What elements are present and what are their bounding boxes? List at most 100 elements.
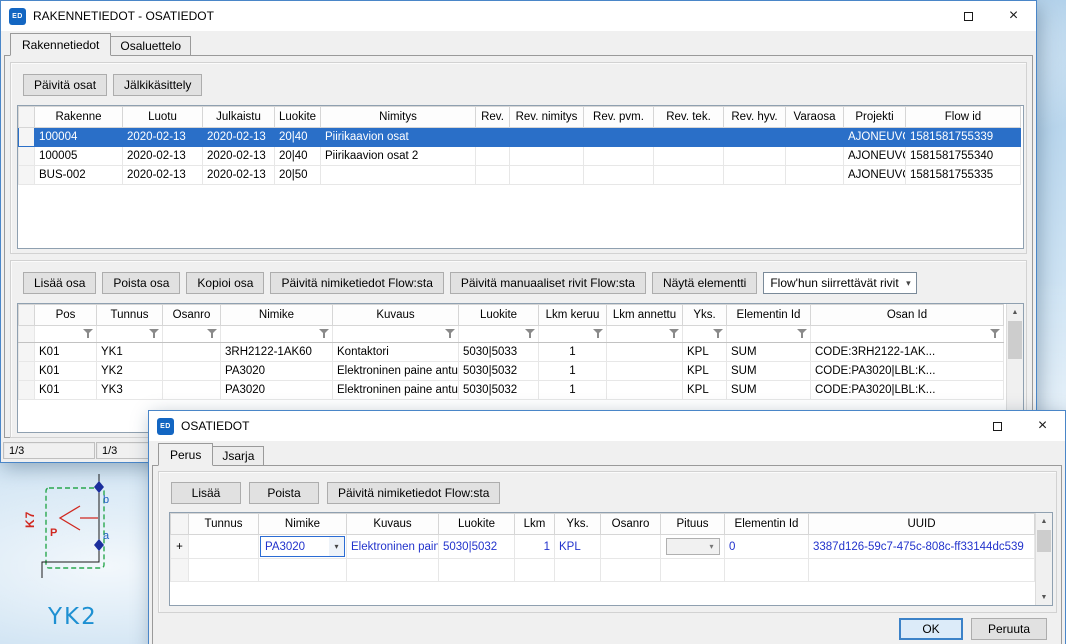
filter-cell[interactable] bbox=[163, 326, 221, 343]
tab-osaluettelo[interactable]: Osaluettelo bbox=[110, 36, 191, 56]
peruuta-button[interactable]: Peruuta bbox=[971, 618, 1047, 640]
col-osan-id[interactable]: Osan Id bbox=[811, 305, 1004, 326]
cell bbox=[725, 559, 809, 582]
filter-cell[interactable] bbox=[333, 326, 459, 343]
col-osanro[interactable]: Osanro bbox=[601, 514, 661, 535]
filter-cell[interactable] bbox=[459, 326, 539, 343]
maximize-button[interactable] bbox=[975, 411, 1020, 441]
filter-cell[interactable] bbox=[97, 326, 163, 343]
flow-rows-dropdown[interactable]: Flow'hun siirrettävät rivit ▾ bbox=[763, 272, 917, 294]
scroll-track[interactable] bbox=[1036, 529, 1052, 589]
col-nimitys[interactable]: Nimitys bbox=[321, 107, 476, 128]
parts-row[interactable]: K01YK3PA3020Elektroninen paine anturi503… bbox=[19, 381, 1004, 400]
col-rev-tek[interactable]: Rev. tek. bbox=[654, 107, 724, 128]
col-nimike[interactable]: Nimike bbox=[221, 305, 333, 326]
filter-cell[interactable] bbox=[811, 326, 1004, 343]
kuvaus-cell[interactable]: Elektroninen paine bbox=[347, 535, 439, 559]
col-osanro[interactable]: Osanro bbox=[163, 305, 221, 326]
scroll-thumb[interactable] bbox=[1008, 321, 1022, 359]
tunnus-cell[interactable] bbox=[189, 535, 259, 559]
scroll-down-button[interactable]: ▼ bbox=[1036, 589, 1052, 605]
close-button[interactable]: × bbox=[1020, 411, 1065, 441]
structures-row[interactable]: BUS-0022020-02-132020-02-1320|50AJONEUVO… bbox=[19, 166, 1021, 185]
ok-button[interactable]: OK bbox=[899, 618, 963, 640]
col-luotu[interactable]: Luotu bbox=[123, 107, 203, 128]
tab-jsarja[interactable]: Jsarja bbox=[212, 446, 264, 466]
paivita-osat-button[interactable]: Päivitä osat bbox=[23, 74, 107, 96]
poista-osa-button[interactable]: Poista osa bbox=[102, 272, 180, 294]
jalkikasittely-button[interactable]: Jälkikäsittely bbox=[113, 74, 202, 96]
scroll-track[interactable] bbox=[1007, 320, 1023, 416]
filter-cell[interactable] bbox=[683, 326, 727, 343]
col-pituus[interactable]: Pituus bbox=[661, 514, 725, 535]
filter-cell[interactable] bbox=[539, 326, 607, 343]
cell bbox=[786, 128, 844, 147]
osanro-cell[interactable] bbox=[601, 535, 661, 559]
main-titlebar[interactable]: ED RAKENNETIEDOT - OSATIEDOT × bbox=[1, 1, 1036, 31]
yks-cell[interactable]: KPL bbox=[555, 535, 601, 559]
uuid-cell[interactable]: 3387d126-59c7-475c-808c-ff33144dc539 bbox=[809, 535, 1035, 559]
col-pos[interactable]: Pos bbox=[35, 305, 97, 326]
col-rakenne[interactable]: Rakenne bbox=[35, 107, 123, 128]
scroll-up-button[interactable]: ▲ bbox=[1036, 513, 1052, 529]
part-edit-row[interactable]: + PA3020 ▾ Elektroninen paine 5030|5032 … bbox=[171, 535, 1035, 559]
scroll-up-button[interactable]: ▲ bbox=[1007, 304, 1023, 320]
col-kuvaus[interactable]: Kuvaus bbox=[347, 514, 439, 535]
pituus-dropdown[interactable]: ▾ bbox=[666, 538, 720, 555]
tab-rakennetiedot[interactable]: Rakennetiedot bbox=[10, 33, 111, 56]
col-kuvaus[interactable]: Kuvaus bbox=[333, 305, 459, 326]
tab-perus[interactable]: Perus bbox=[158, 443, 213, 466]
col-rev[interactable]: Rev. bbox=[476, 107, 510, 128]
cell: SUM bbox=[727, 343, 811, 362]
structures-row[interactable]: 1000052020-02-132020-02-1320|40Piirikaav… bbox=[19, 147, 1021, 166]
maximize-button[interactable] bbox=[946, 1, 991, 31]
close-button[interactable]: × bbox=[991, 1, 1036, 31]
col-yks[interactable]: Yks. bbox=[683, 305, 727, 326]
luokite-cell[interactable]: 5030|5032 bbox=[439, 535, 515, 559]
kopioi-osa-button[interactable]: Kopioi osa bbox=[186, 272, 264, 294]
col-uuid[interactable]: UUID bbox=[809, 514, 1035, 535]
col-yks[interactable]: Yks. bbox=[555, 514, 601, 535]
osatiedot-titlebar[interactable]: ED OSATIEDOT × bbox=[149, 411, 1065, 441]
col-rev-nimitys[interactable]: Rev. nimitys bbox=[510, 107, 584, 128]
col-lkm[interactable]: Lkm bbox=[515, 514, 555, 535]
col-rev-pvm[interactable]: Rev. pvm. bbox=[584, 107, 654, 128]
col-rev-hyv[interactable]: Rev. hyv. bbox=[724, 107, 786, 128]
col-varaosa[interactable]: Varaosa bbox=[786, 107, 844, 128]
col-flow-id[interactable]: Flow id bbox=[906, 107, 1021, 128]
nimike-dropdown[interactable]: PA3020 ▾ bbox=[260, 536, 345, 557]
poista-button[interactable]: Poista bbox=[249, 482, 319, 504]
lisaa-osa-button[interactable]: Lisää osa bbox=[23, 272, 96, 294]
col-nimike[interactable]: Nimike bbox=[259, 514, 347, 535]
structures-row[interactable]: 1000042020-02-132020-02-1320|40Piirikaav… bbox=[19, 128, 1021, 147]
paivita-nimiketiedot-button[interactable]: Päivitä nimiketiedot Flow:sta bbox=[270, 272, 443, 294]
filter-cell[interactable] bbox=[221, 326, 333, 343]
parts-row[interactable]: K01YK2PA3020Elektroninen paine anturi503… bbox=[19, 362, 1004, 381]
col-elementin-id[interactable]: Elementin Id bbox=[725, 514, 809, 535]
nayta-elementti-button[interactable]: Näytä elementti bbox=[652, 272, 757, 294]
filter-cell[interactable] bbox=[35, 326, 97, 343]
col-tunnus[interactable]: Tunnus bbox=[189, 514, 259, 535]
col-tunnus[interactable]: Tunnus bbox=[97, 305, 163, 326]
col-elementin-id[interactable]: Elementin Id bbox=[727, 305, 811, 326]
filter-cell[interactable] bbox=[727, 326, 811, 343]
cell bbox=[724, 128, 786, 147]
col-lkm-keruu[interactable]: Lkm keruu bbox=[539, 305, 607, 326]
part-table: Tunnus Nimike Kuvaus Luokite Lkm Yks. Os… bbox=[170, 513, 1035, 582]
elementin-id-cell[interactable]: 0 bbox=[725, 535, 809, 559]
lisaa-button[interactable]: Lisää bbox=[171, 482, 241, 504]
lkm-cell[interactable]: 1 bbox=[515, 535, 555, 559]
col-projekti[interactable]: Projekti bbox=[844, 107, 906, 128]
col-luokite[interactable]: Luokite bbox=[459, 305, 539, 326]
filter-cell[interactable] bbox=[607, 326, 683, 343]
col-luokite[interactable]: Luokite bbox=[439, 514, 515, 535]
col-julkaistu[interactable]: Julkaistu bbox=[203, 107, 275, 128]
col-lkm-annettu[interactable]: Lkm annettu bbox=[607, 305, 683, 326]
paivita-manuaaliset-button[interactable]: Päivitä manuaaliset rivit Flow:sta bbox=[450, 272, 646, 294]
scroll-thumb[interactable] bbox=[1037, 530, 1051, 552]
cell: PA3020 bbox=[221, 381, 333, 400]
paivita-nimiketiedot-flow-button[interactable]: Päivitä nimiketiedot Flow:sta bbox=[327, 482, 500, 504]
col-luokite[interactable]: Luokite bbox=[275, 107, 321, 128]
parts-row[interactable]: K01YK13RH2122-1AK60Kontaktori5030|50331K… bbox=[19, 343, 1004, 362]
vertical-scrollbar[interactable]: ▲ ▼ bbox=[1035, 513, 1052, 605]
